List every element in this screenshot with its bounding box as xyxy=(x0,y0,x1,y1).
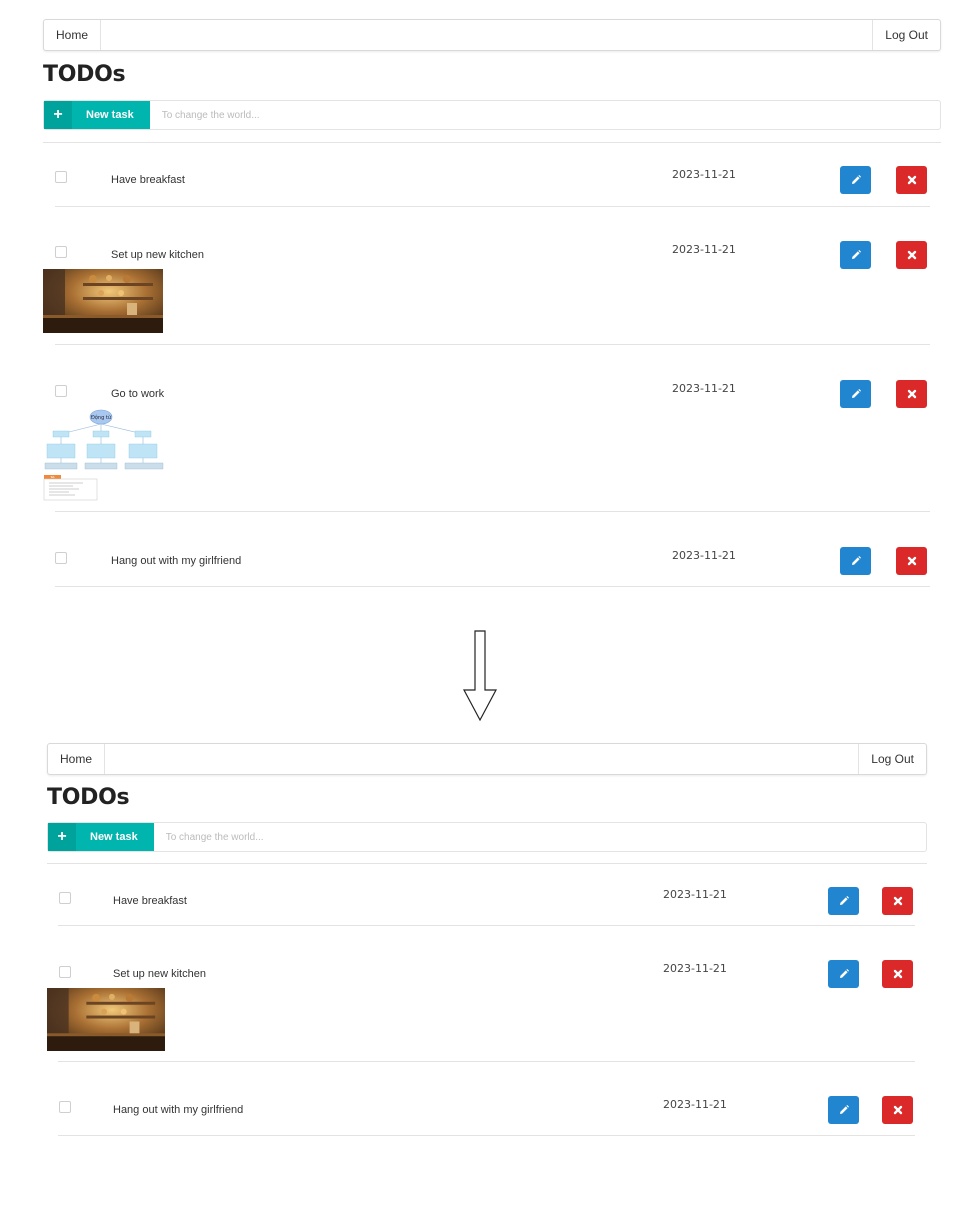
close-icon xyxy=(907,389,916,399)
nav-logout-link[interactable]: Log Out xyxy=(872,20,940,50)
task-date: 2023-11-21 xyxy=(663,1098,727,1111)
pencil-icon xyxy=(839,1105,849,1114)
edit-button[interactable] xyxy=(840,241,871,269)
pencil-icon xyxy=(851,556,861,565)
edit-button[interactable] xyxy=(828,960,859,988)
new-task-label: New task xyxy=(86,109,134,121)
task-checkbox[interactable] xyxy=(55,171,67,183)
delete-button[interactable] xyxy=(896,166,927,194)
arrow-down-icon xyxy=(463,630,497,722)
pencil-icon xyxy=(851,389,861,398)
table-row xyxy=(55,207,930,345)
close-icon xyxy=(907,175,916,185)
delete-button[interactable] xyxy=(882,960,913,988)
table-row xyxy=(55,143,930,207)
task-checkbox[interactable] xyxy=(59,1101,71,1113)
task-text: Go to work xyxy=(111,388,165,400)
close-icon xyxy=(907,556,916,566)
new-task-input[interactable] xyxy=(149,101,940,129)
new-task-button[interactable]: + New task xyxy=(48,823,154,851)
delete-button[interactable] xyxy=(896,547,927,575)
kitchen-photo-thumbnail[interactable] xyxy=(43,269,163,333)
page-title: TODOs xyxy=(47,785,130,810)
pencil-icon xyxy=(839,896,849,905)
task-checkbox[interactable] xyxy=(59,966,71,978)
new-task-button[interactable]: + New task xyxy=(44,101,150,129)
task-text: Have breakfast xyxy=(113,895,187,907)
diagram-root-label: Động từ xyxy=(91,414,112,421)
task-text: Set up new kitchen xyxy=(111,249,204,261)
task-checkbox[interactable] xyxy=(59,892,71,904)
nav-home-link[interactable]: Home xyxy=(44,20,102,50)
task-date: 2023-11-21 xyxy=(663,888,727,901)
diagram-image: Động từ Tab xyxy=(43,406,165,502)
task-text: Set up new kitchen xyxy=(113,968,206,980)
diagram-thumbnail[interactable]: Động từ Tab xyxy=(43,406,165,502)
plus-icon: + xyxy=(44,101,72,129)
edit-button[interactable] xyxy=(828,1096,859,1124)
close-icon xyxy=(893,1105,902,1115)
navbar: Home Log Out xyxy=(43,19,941,51)
pencil-icon xyxy=(839,969,849,978)
close-icon xyxy=(893,896,902,906)
close-icon xyxy=(907,250,916,260)
kitchen-photo xyxy=(43,269,163,333)
delete-button[interactable] xyxy=(882,887,913,915)
task-date: 2023-11-21 xyxy=(663,962,727,975)
task-text: Hang out with my girlfriend xyxy=(111,555,242,567)
task-date: 2023-11-21 xyxy=(672,549,736,562)
task-date: 2023-11-21 xyxy=(672,382,736,395)
table-row xyxy=(58,926,915,1062)
diagram-tab-label: Tab xyxy=(50,475,55,479)
nav-logout-link[interactable]: Log Out xyxy=(858,744,926,774)
table-row xyxy=(58,1062,915,1136)
new-task-label: New task xyxy=(90,831,138,843)
task-text: Have breakfast xyxy=(111,174,185,186)
task-checkbox[interactable] xyxy=(55,552,67,564)
new-task-input[interactable] xyxy=(153,823,926,851)
edit-button[interactable] xyxy=(840,380,871,408)
task-checkbox[interactable] xyxy=(55,246,67,258)
edit-button[interactable] xyxy=(840,547,871,575)
kitchen-photo xyxy=(47,988,165,1051)
page-title: TODOs xyxy=(43,62,126,87)
navbar: Home Log Out xyxy=(47,743,927,775)
task-date: 2023-11-21 xyxy=(672,168,736,181)
pencil-icon xyxy=(851,250,861,259)
edit-button[interactable] xyxy=(828,887,859,915)
kitchen-photo-thumbnail[interactable] xyxy=(47,988,165,1051)
delete-button[interactable] xyxy=(896,241,927,269)
close-icon xyxy=(893,969,902,979)
table-row xyxy=(55,512,930,587)
delete-button[interactable] xyxy=(896,380,927,408)
new-task-bar: + New task xyxy=(47,822,927,852)
edit-button[interactable] xyxy=(840,166,871,194)
plus-icon: + xyxy=(48,823,76,851)
new-task-bar: + New task xyxy=(43,100,941,130)
task-checkbox[interactable] xyxy=(55,385,67,397)
nav-home-link[interactable]: Home xyxy=(48,744,106,774)
pencil-icon xyxy=(851,175,861,184)
task-date: 2023-11-21 xyxy=(672,243,736,256)
task-text: Hang out with my girlfriend xyxy=(113,1104,244,1116)
table-row xyxy=(55,345,930,512)
delete-button[interactable] xyxy=(882,1096,913,1124)
